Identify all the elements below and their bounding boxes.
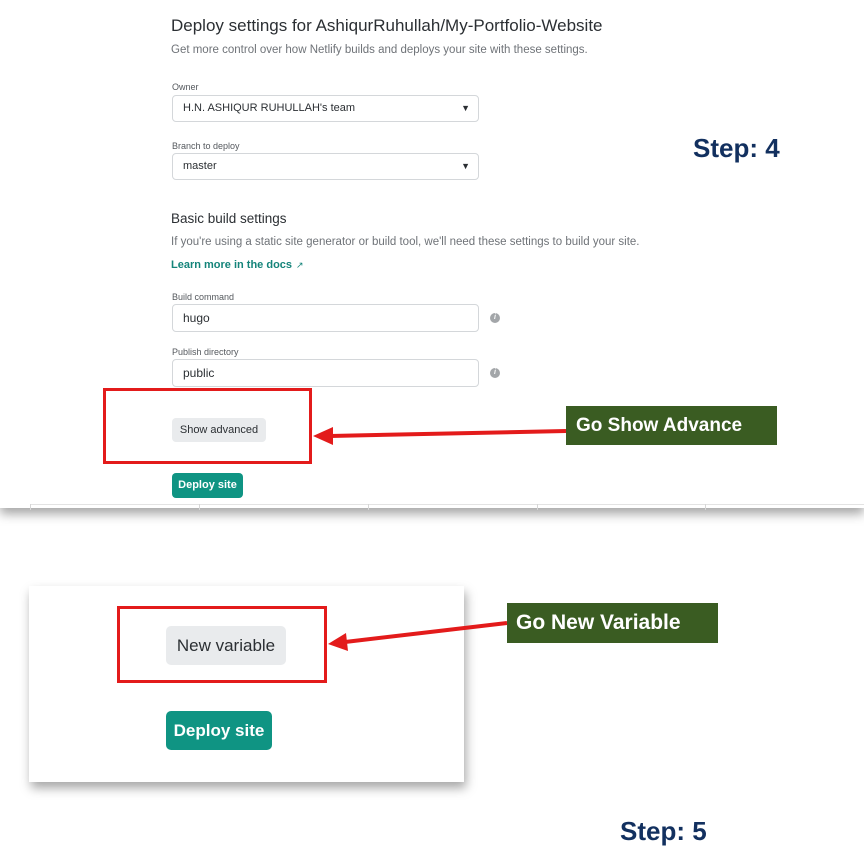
arrow-to-show-advanced [313,427,567,445]
arrow-to-new-variable [328,621,508,651]
annotation-arrows [313,427,567,651]
